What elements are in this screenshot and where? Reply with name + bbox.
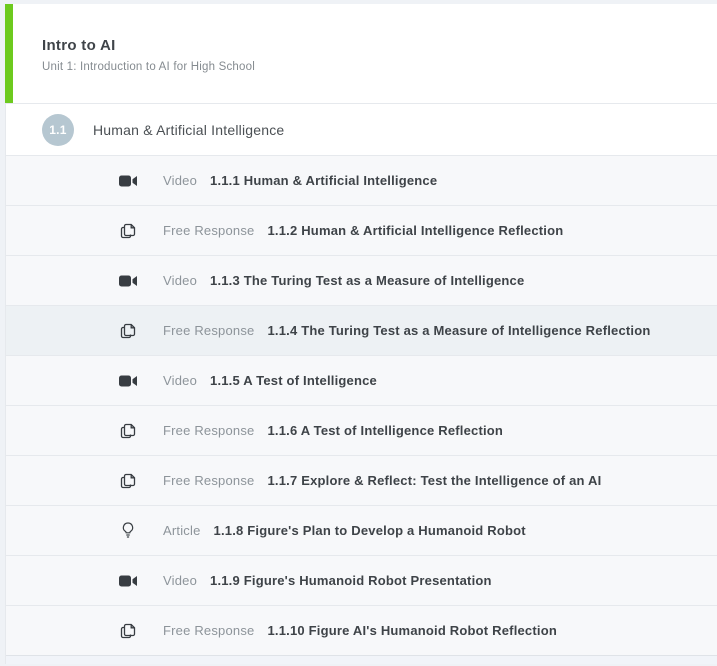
item-title: 1.1.4 The Turing Test as a Measure of In… bbox=[267, 323, 650, 338]
video-camera-icon bbox=[118, 572, 138, 590]
item-type-label: Article bbox=[163, 523, 201, 538]
copy-pages-icon bbox=[118, 422, 138, 440]
video-camera-icon bbox=[118, 272, 138, 290]
lesson-item-row[interactable]: Free Response 1.1.4 The Turing Test as a… bbox=[6, 305, 717, 355]
course-accent-bar bbox=[5, 4, 13, 103]
item-type-label: Free Response bbox=[163, 423, 254, 438]
course-header: Intro to AI Unit 1: Introduction to AI f… bbox=[5, 4, 717, 103]
copy-pages-icon bbox=[118, 322, 138, 340]
lightbulb-icon bbox=[118, 522, 138, 540]
item-title: 1.1.10 Figure AI's Humanoid Robot Reflec… bbox=[267, 623, 557, 638]
item-type-label: Free Response bbox=[163, 223, 254, 238]
lesson-item-row[interactable]: Article 1.1.8 Figure's Plan to Develop a… bbox=[6, 505, 717, 555]
course-subtitle: Unit 1: Introduction to AI for High Scho… bbox=[42, 61, 255, 73]
item-type-label: Video bbox=[163, 573, 197, 588]
lesson-number-badge: 1.1 bbox=[42, 114, 74, 146]
lesson-item-row[interactable]: Video 1.1.1 Human & Artificial Intellige… bbox=[6, 155, 717, 205]
copy-pages-icon bbox=[118, 622, 138, 640]
lesson-item-row[interactable]: Free Response 1.1.7 Explore & Reflect: T… bbox=[6, 455, 717, 505]
lesson-section-header[interactable]: 1.1 Human & Artificial Intelligence bbox=[6, 103, 717, 155]
course-card: Intro to AI Unit 1: Introduction to AI f… bbox=[5, 4, 717, 664]
item-title: 1.1.3 The Turing Test as a Measure of In… bbox=[210, 273, 524, 288]
lesson-item-row[interactable]: Free Response 1.1.10 Figure AI's Humanoi… bbox=[6, 605, 717, 655]
lesson-item-row[interactable]: Free Response 1.1.2 Human & Artificial I… bbox=[6, 205, 717, 255]
copy-pages-icon bbox=[118, 222, 138, 240]
item-title: 1.1.8 Figure's Plan to Develop a Humanoi… bbox=[214, 523, 526, 538]
course-header-text: Intro to AI Unit 1: Introduction to AI f… bbox=[13, 4, 255, 103]
item-title: 1.1.9 Figure's Humanoid Robot Presentati… bbox=[210, 573, 492, 588]
lesson-item-row[interactable]: Video 1.1.5 A Test of Intelligence bbox=[6, 355, 717, 405]
lesson-item-row[interactable]: Video 1.1.3 The Turing Test as a Measure… bbox=[6, 255, 717, 305]
item-type-label: Free Response bbox=[163, 473, 254, 488]
next-row-partial bbox=[6, 655, 717, 664]
lesson-items-list: Video 1.1.1 Human & Artificial Intellige… bbox=[6, 155, 717, 655]
lesson-item-row[interactable]: Video 1.1.9 Figure's Humanoid Robot Pres… bbox=[6, 555, 717, 605]
lesson-title: Human & Artificial Intelligence bbox=[93, 122, 284, 138]
item-type-label: Video bbox=[163, 373, 197, 388]
video-camera-icon bbox=[118, 172, 138, 190]
course-outline-page: Intro to AI Unit 1: Introduction to AI f… bbox=[0, 0, 717, 666]
course-title: Intro to AI bbox=[42, 37, 255, 54]
item-type-label: Video bbox=[163, 173, 197, 188]
item-title: 1.1.5 A Test of Intelligence bbox=[210, 373, 377, 388]
item-title: 1.1.2 Human & Artificial Intelligence Re… bbox=[267, 223, 563, 238]
copy-pages-icon bbox=[118, 472, 138, 490]
item-type-label: Free Response bbox=[163, 323, 254, 338]
item-type-label: Free Response bbox=[163, 623, 254, 638]
item-title: 1.1.1 Human & Artificial Intelligence bbox=[210, 173, 437, 188]
lesson-item-row[interactable]: Free Response 1.1.6 A Test of Intelligen… bbox=[6, 405, 717, 455]
video-camera-icon bbox=[118, 372, 138, 390]
item-title: 1.1.6 A Test of Intelligence Reflection bbox=[267, 423, 503, 438]
item-type-label: Video bbox=[163, 273, 197, 288]
lesson-section: 1.1 Human & Artificial Intelligence Vide… bbox=[5, 103, 717, 664]
item-title: 1.1.7 Explore & Reflect: Test the Intell… bbox=[267, 473, 601, 488]
